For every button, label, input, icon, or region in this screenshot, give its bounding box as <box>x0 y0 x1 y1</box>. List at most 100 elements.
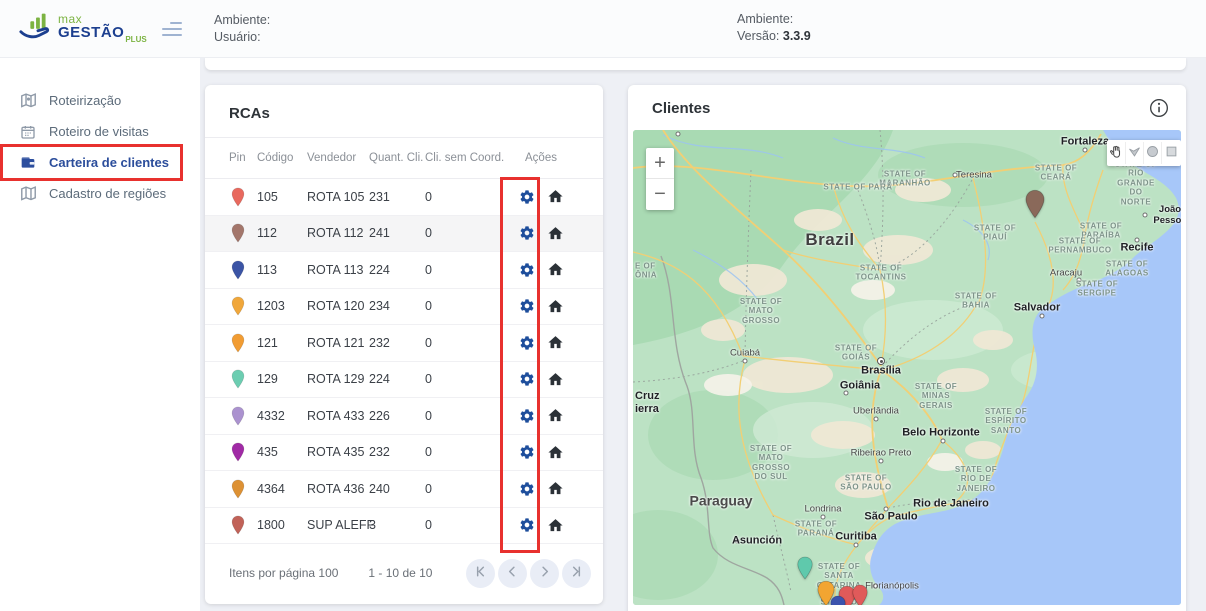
cli-sem-coord-cell: 0 <box>425 190 513 204</box>
draw-circle-button[interactable] <box>1144 142 1162 164</box>
table-row[interactable]: 435ROTA 4352320 <box>205 435 603 472</box>
sidebar-item-roteirizacao[interactable]: Roteirização <box>3 85 180 116</box>
pan-hand-icon <box>1109 144 1124 162</box>
info-icon[interactable] <box>1149 98 1169 118</box>
regions-map-icon <box>19 185 37 202</box>
sidebar-item-label: Roteiro de visitas <box>49 124 149 139</box>
settings-button[interactable] <box>513 225 541 241</box>
city-dot <box>676 132 681 137</box>
sidebar-item-label: Roteirização <box>49 93 121 108</box>
city-dot <box>1077 278 1082 283</box>
pin-icon <box>229 296 257 316</box>
vendedor-cell: ROTA 113 <box>307 263 369 277</box>
wallet-icon <box>19 155 37 171</box>
settings-button[interactable] <box>513 298 541 314</box>
settings-button[interactable] <box>513 371 541 387</box>
sidebar-item-carteira-de-clientes[interactable]: Carteira de clientes <box>3 147 180 178</box>
pin-icon <box>229 260 257 280</box>
page-first-button[interactable] <box>466 559 495 588</box>
table-row[interactable]: 1800SUP ALEFF30 <box>205 508 603 545</box>
settings-button[interactable] <box>513 408 541 424</box>
settings-button[interactable] <box>513 262 541 278</box>
home-button[interactable] <box>541 261 569 278</box>
cli-sem-coord-cell: 0 <box>425 263 513 277</box>
city-dot <box>879 459 884 464</box>
pin-icon <box>229 187 257 207</box>
logo-word-plus: PLUS <box>125 35 146 44</box>
codigo-cell: 1800 <box>257 518 307 532</box>
rca-panel-title: RCAs <box>205 85 603 138</box>
table-row[interactable]: 129ROTA 1292240 <box>205 362 603 399</box>
draw-circle-icon <box>1145 144 1160 162</box>
map-marker-icon[interactable] <box>852 584 869 605</box>
column-header-cli-sem-coord-: Cli. sem Coord. <box>425 152 513 164</box>
capital-dot <box>877 357 885 365</box>
map-marker-icon[interactable] <box>797 556 814 585</box>
codigo-cell: 112 <box>257 226 307 240</box>
home-button[interactable] <box>541 480 569 497</box>
sidebar-item-cadastro-de-regioes[interactable]: Cadastro de regiões <box>3 178 180 209</box>
map-marker-icon[interactable] <box>830 595 847 605</box>
page-prev-button[interactable] <box>498 559 527 588</box>
menu-toggle-icon[interactable] <box>160 22 182 36</box>
ambiente-label: Ambiente: <box>214 12 270 29</box>
table-row[interactable]: 4364ROTA 4362400 <box>205 471 603 508</box>
sidebar-item-label: Cadastro de regiões <box>49 186 166 201</box>
cli-sem-coord-cell: 0 <box>425 409 513 423</box>
sidebar: Roteirização Roteiro de visitas Carteira d… <box>0 57 200 611</box>
page-range-label: 1 - 10 de 10 <box>368 566 432 580</box>
sidebar-item-roteiro-de-visitas[interactable]: Roteiro de visitas <box>3 116 180 147</box>
settings-button[interactable] <box>513 481 541 497</box>
settings-button[interactable] <box>513 189 541 205</box>
vendedor-cell: SUP ALEFF <box>307 518 369 532</box>
page-next-button[interactable] <box>530 559 559 588</box>
city-dot <box>844 391 849 396</box>
map-canvas[interactable]: FortalezaSTATE OF MARANHÃOTeresinaSTATE … <box>633 130 1181 605</box>
table-row[interactable]: 112ROTA 1122410 <box>205 216 603 253</box>
home-button[interactable] <box>541 188 569 205</box>
versao-label: Versão: <box>737 29 779 43</box>
codigo-cell: 435 <box>257 445 307 459</box>
table-row[interactable]: 105ROTA 1052310 <box>205 179 603 216</box>
settings-button[interactable] <box>513 444 541 460</box>
home-button[interactable] <box>541 517 569 534</box>
home-button[interactable] <box>541 444 569 461</box>
home-button[interactable] <box>541 334 569 351</box>
home-button[interactable] <box>541 407 569 424</box>
cli-sem-coord-cell: 0 <box>425 372 513 386</box>
map-zoom-in-button[interactable]: + <box>646 148 674 179</box>
city-dot <box>1143 213 1148 218</box>
pin-icon <box>229 223 257 243</box>
table-row[interactable]: 121ROTA 1212320 <box>205 325 603 362</box>
table-row[interactable]: 1203ROTA 1202340 <box>205 289 603 326</box>
home-button[interactable] <box>541 371 569 388</box>
home-button[interactable] <box>541 225 569 242</box>
city-dot <box>874 417 879 422</box>
page-last-icon <box>568 563 585 583</box>
clientes-panel-title: Clientes <box>652 100 710 117</box>
quant-cli-cell: 231 <box>369 190 425 204</box>
city-dot <box>1083 148 1088 153</box>
pan-hand-button[interactable] <box>1108 142 1126 164</box>
codigo-cell: 4364 <box>257 482 307 496</box>
settings-button[interactable] <box>513 335 541 351</box>
quant-cli-cell: 224 <box>369 372 425 386</box>
draw-rectangle-button[interactable] <box>1162 142 1180 164</box>
versao-value: 3.3.9 <box>783 29 811 43</box>
table-row[interactable]: 113ROTA 1132240 <box>205 252 603 289</box>
vendedor-cell: ROTA 121 <box>307 336 369 350</box>
table-row[interactable]: 4332ROTA 4332260 <box>205 398 603 435</box>
clientes-panel: Clientes <box>628 85 1186 611</box>
quant-cli-cell: 241 <box>369 226 425 240</box>
home-button[interactable] <box>541 298 569 315</box>
city-dot <box>1135 238 1140 243</box>
map-zoom-out-button[interactable]: − <box>646 179 674 210</box>
city-dot <box>821 515 826 520</box>
pin-icon <box>229 333 257 353</box>
draw-polygon-button[interactable] <box>1126 142 1144 164</box>
map-terrain <box>633 130 1181 605</box>
settings-button[interactable] <box>513 517 541 533</box>
map-marker-icon[interactable] <box>1024 189 1046 224</box>
page-last-button[interactable] <box>562 559 591 588</box>
city-dot <box>1040 314 1045 319</box>
